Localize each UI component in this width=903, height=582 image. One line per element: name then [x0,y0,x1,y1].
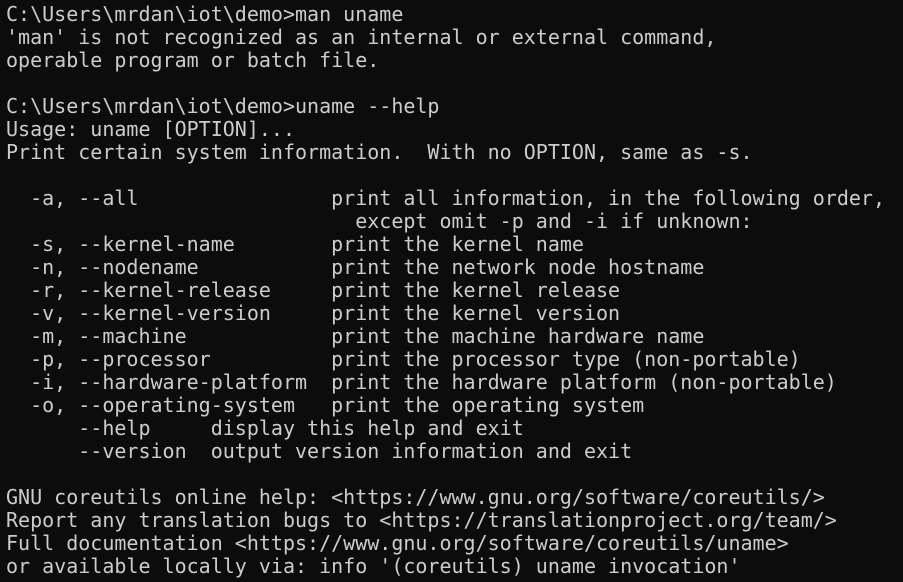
footer-documentation-line: Full documentation <https://www.gnu.org/… [6,531,789,555]
error-output-line: operable program or batch file. [6,48,380,72]
description-line: Print certain system information. With n… [6,140,753,164]
option-line-processor: -p, --processor print the processor type… [6,347,801,371]
option-line-all-continued: except omit -p and -i if unknown: [6,209,753,233]
footer-local-info-line: or available locally via: info '(coreuti… [6,554,741,578]
prompt-command-line: C:\Users\mrdan\iot\demo>uname --help [6,94,440,118]
option-line-help: --help display this help and exit [6,416,524,440]
option-line-kernel-name: -s, --kernel-name print the kernel name [6,232,584,256]
option-line-kernel-release: -r, --kernel-release print the kernel re… [6,278,621,302]
option-line-hardware-platform: -i, --hardware-platform print the hardwa… [6,370,837,394]
option-line-kernel-version: -v, --kernel-version print the kernel ve… [6,301,621,325]
option-line-operating-system: -o, --operating-system print the operati… [6,393,645,417]
footer-translation-line: Report any translation bugs to <https://… [6,508,837,532]
footer-online-help-line: GNU coreutils online help: <https://www.… [6,485,825,509]
usage-line: Usage: uname [OPTION]... [6,117,295,141]
option-line-version: --version output version information and… [6,439,633,463]
option-line-nodename: -n, --nodename print the network node ho… [6,255,705,279]
option-line-machine: -m, --machine print the machine hardware… [6,324,705,348]
error-output-line: 'man' is not recognized as an internal o… [6,25,717,49]
prompt-command-line: C:\Users\mrdan\iot\demo>man uname [6,2,404,26]
option-line-all: -a, --all print all information, in the … [6,186,885,210]
terminal-window[interactable]: C:\Users\mrdan\iot\demo>man uname 'man' … [0,0,903,582]
